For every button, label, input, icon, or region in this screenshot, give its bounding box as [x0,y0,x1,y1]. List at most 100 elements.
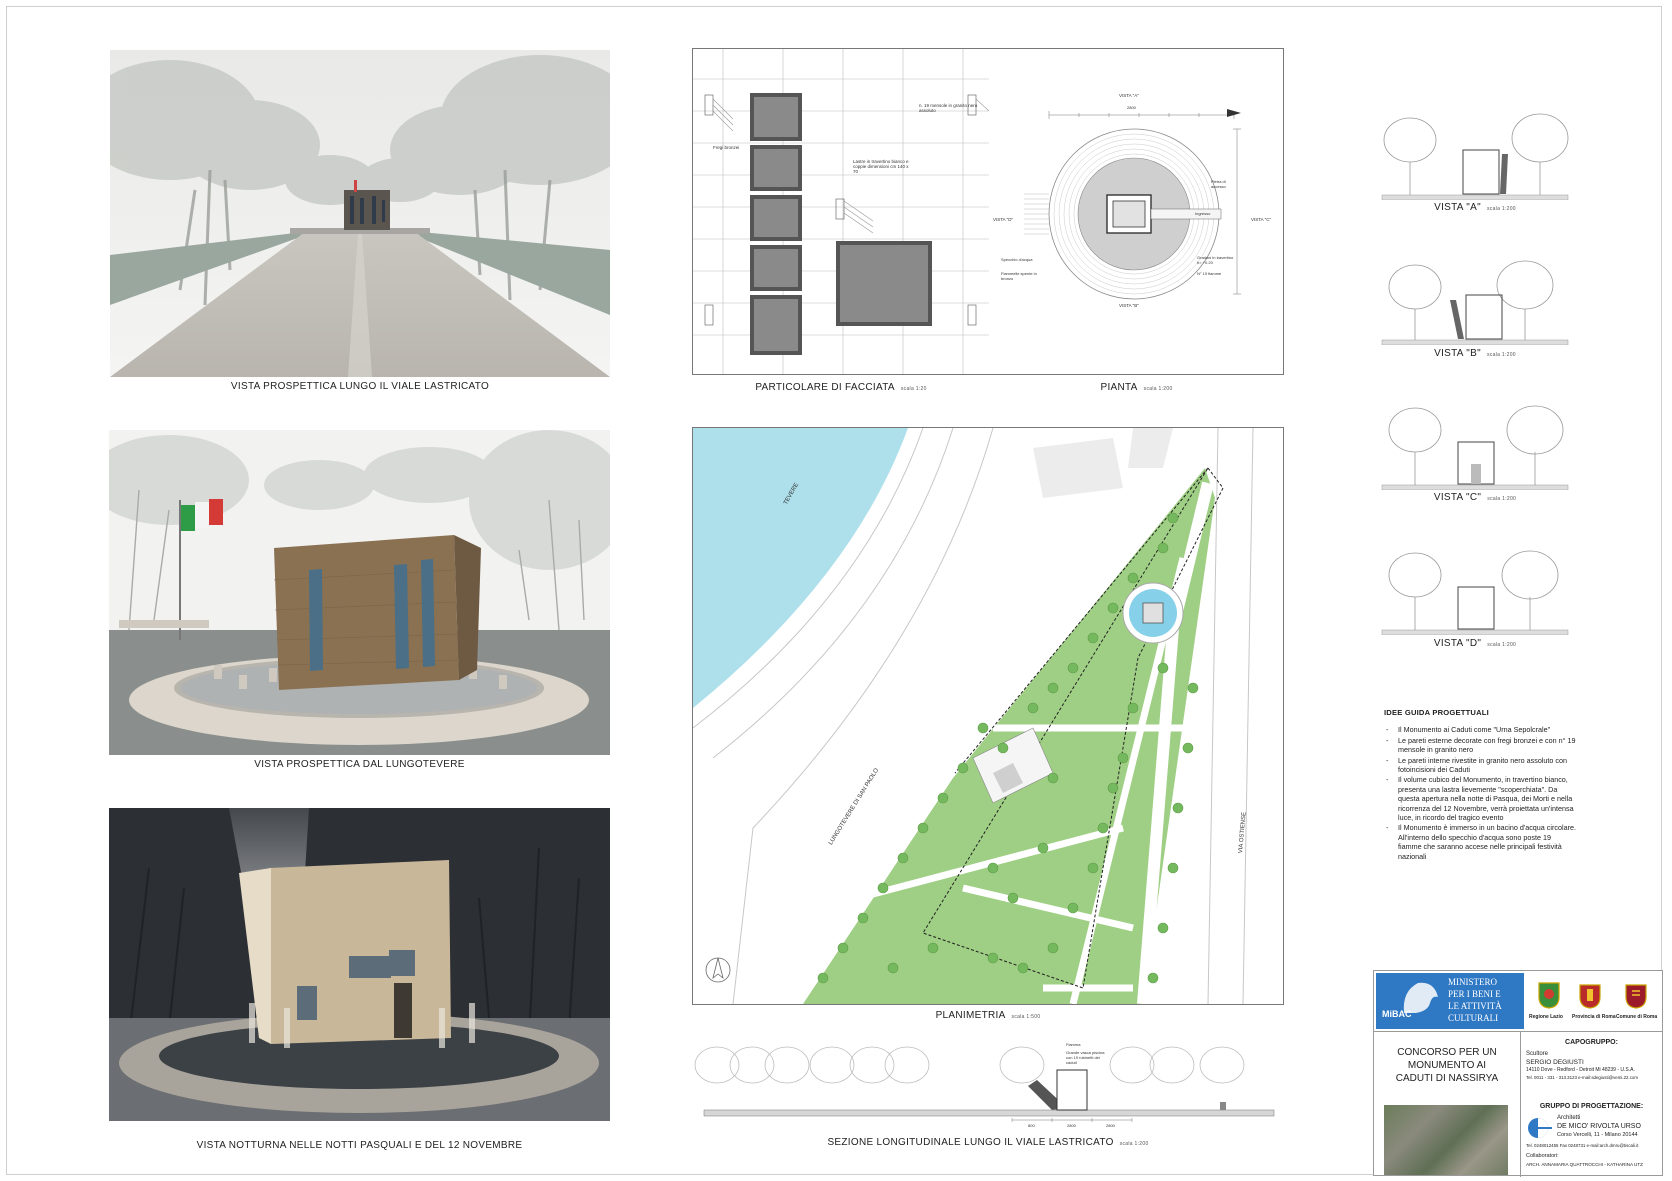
facade-note-brackets: n. 19 mensole in granito nero assoluto [919,103,978,113]
drawing-site-plan: TEVERE LUNGOTEVERE DI SAN PAOLO VIA OSTI… [692,427,1284,1005]
ministry-line: LE ATTIVITÀ [1448,1001,1502,1011]
section-dim-1: 800 [1028,1123,1035,1128]
design-idea-item: Il volume cubico del Monumento, in trave… [1386,775,1576,822]
caption-scale: scala 1:200 [1486,206,1516,212]
title-block: MiBAC MINISTERO PER I BENI E LE ATTIVITÀ… [1373,970,1663,1177]
caption-plan: PIANTA scala 1:200 [989,382,1284,393]
plan-label-view-c: VISTA "C" [1251,217,1272,222]
caption-scale: scala 1:200 [1486,352,1516,358]
regione-lazio-crest-icon [1538,982,1560,1009]
elevation-c-drawing [1381,405,1569,490]
plan-note-access: Pietra di accesso [1211,179,1226,189]
logo-caption: Comune di Roma [1616,1014,1658,1020]
elevation-a-drawing [1381,113,1569,200]
caption-site-plan: PLANIMETRIA scala 1:500 [692,1010,1284,1021]
collaborators-heading: Collaboratori: [1526,1153,1559,1159]
design-ideas-title: IDEE GUIDA PROGETTUALI [1384,708,1489,717]
design-idea-item: Il Monumento ai Caduti come "Urna Sepolc… [1386,725,1576,735]
caption-text: VISTA PROSPETTICA DAL LUNGOTEVERE [254,759,465,770]
caption-text: VISTA "A" [1434,202,1481,213]
caption-text: SEZIONE LONGITUDINALE LUNGO IL VIALE LAS… [827,1137,1114,1148]
logo-caption: Provincia di Roma [1572,1014,1616,1020]
elevation-d-drawing [1381,550,1569,635]
caption-scale: scala 1:200 [1143,386,1173,392]
caption-scale: scala 1:500 [1011,1014,1041,1020]
competition-title-line: CADUTI DI NASSIRYA [1395,1073,1499,1084]
caption-text: PARTICOLARE DI FACCIATA [755,382,895,393]
competition-board: VISTA PROSPETTICA LUNGO IL VIALE LASTRIC… [0,0,1672,1181]
plan-note-flames: Fiammelle spente in bronzo [1001,271,1037,281]
plan-note-fiamme: N° 19 fiamme [1197,271,1222,276]
design-idea-item: Le pareti esterne decorate con fregi bro… [1386,736,1576,755]
drawing-section: Fiamma Grande vasca piscina con 19 rubin… [692,1030,1284,1130]
ministry-line: PER I BENI E [1448,989,1501,999]
facade-note-travertine: Lastre in travertino bianco e coppie dim… [853,159,909,174]
plan-label-view-d: VISTA "D" [993,217,1014,222]
group-address: Corso Vercelli, 11 - Milano 20144 [1557,1132,1638,1138]
site-aerial-photo [1384,1105,1508,1175]
caption-scale: scala 1:20 [900,386,927,392]
ministry-emblem-icon [1403,982,1438,1013]
render-river-image [109,430,610,755]
drawing-plan: VISTA "A" VISTA "B" VISTA "C" VISTA "D" … [989,48,1284,375]
lead-role: Scultore [1526,1051,1549,1057]
plan-label-view-b: VISTA "B" [1119,303,1139,308]
caption-night-view: VISTA NOTTURNA NELLE NOTTI PASQUALI E DE… [109,1140,610,1151]
plan-note-entrance: Ingresso [1195,211,1211,216]
comune-roma-crest-icon [1625,984,1647,1009]
caption-text: VISTA "B" [1434,348,1481,359]
caption-avenue-view: VISTA PROSPETTICA LUNGO IL VIALE LASTRIC… [110,381,610,392]
caption-text: VISTA "D" [1433,638,1482,649]
competition-title-line: MONUMENTO AI [1407,1060,1487,1071]
elevation-b-drawing [1381,260,1569,345]
caption-scale: scala 1:200 [1487,496,1517,502]
caption-scale: scala 1:200 [1487,642,1517,648]
group-contact: Tel. 0248012455 Fax 0248731 e-mail:arch.… [1526,1143,1639,1148]
render-night-view [109,808,610,1121]
group-name: DE MICO' RIVOLTA URSO [1557,1123,1641,1130]
facade-drawing [693,49,989,374]
design-idea-item: Il Monumento è immerso in un bacino d'ac… [1386,823,1576,861]
ministry-line: CULTURALI [1448,1013,1499,1023]
render-avenue-image [110,50,610,377]
competition-title-line: CONCORSO PER UN [1397,1047,1497,1058]
drawing-facade-detail: n. 19 mensole in granito nero assoluto F… [692,48,990,375]
section-drawing [692,1030,1284,1130]
elevation-view-c [1380,400,1570,490]
section-dim-3: 2800 [1106,1123,1115,1128]
caption-text: VISTA PROSPETTICA LUNGO IL VIALE LASTRIC… [230,381,490,392]
lead-heading: CAPOGRUPPO: [1565,1039,1618,1046]
render-night-image [109,808,610,1121]
caption-scale: scala 1:200 [1119,1141,1149,1147]
caption-view-b: VISTA "B" scala 1:200 [1380,348,1570,359]
firm-logo-icon [1528,1118,1552,1138]
caption-text: PLANIMETRIA [935,1010,1006,1021]
site-plan-drawing [693,428,1283,1004]
lead-address: 14110 Dove - Redford - Detroit Mi 48239 … [1526,1067,1635,1073]
design-idea-item: Le pareti interne rivestite in granito n… [1386,756,1576,775]
group-heading: GRUPPO DI PROGETTAZIONE: [1539,1103,1644,1110]
caption-section: SEZIONE LONGITUDINALE LUNGO IL VIALE LAS… [692,1137,1284,1148]
caption-text: PIANTA [1100,382,1138,393]
provincia-roma-crest-icon [1579,984,1601,1009]
plan-note-water: Specchio d'acqua [1001,257,1033,262]
title-block-divider-h [1374,1031,1662,1032]
section-dim-2: 2800 [1067,1123,1076,1128]
caption-river-view: VISTA PROSPETTICA DAL LUNGOTEVERE [109,759,610,770]
render-avenue-view [110,50,610,377]
collaborators-names: ARCH. ANNAMARIA QUATTROCCHI - KATHARINA … [1526,1162,1643,1167]
elevation-view-b [1380,255,1570,345]
caption-view-a: VISTA "A" scala 1:200 [1380,202,1570,213]
caption-view-d: VISTA "D" scala 1:200 [1380,638,1570,649]
caption-view-c: VISTA "C" scala 1:200 [1380,492,1570,503]
section-note-flame: Fiamma [1066,1042,1081,1047]
ministry-logo: MiBAC MINISTERO PER I BENI E LE ATTIVITÀ… [1376,973,1524,1029]
caption-facade-detail: PARTICOLARE DI FACCIATA scala 1:20 [692,382,990,393]
ministry-line: MINISTERO [1448,977,1497,987]
plan-dim-total: 2800 [1127,105,1136,110]
group-role: Architetti [1557,1115,1581,1121]
section-note-basin: Grande vasca piscina con 19 rubinetti de… [1066,1050,1105,1065]
design-ideas: IDEE GUIDA PROGETTUALI Il Monumento ai C… [1384,708,1576,862]
caption-text: VISTA "C" [1433,492,1482,503]
render-river-view [109,430,610,755]
